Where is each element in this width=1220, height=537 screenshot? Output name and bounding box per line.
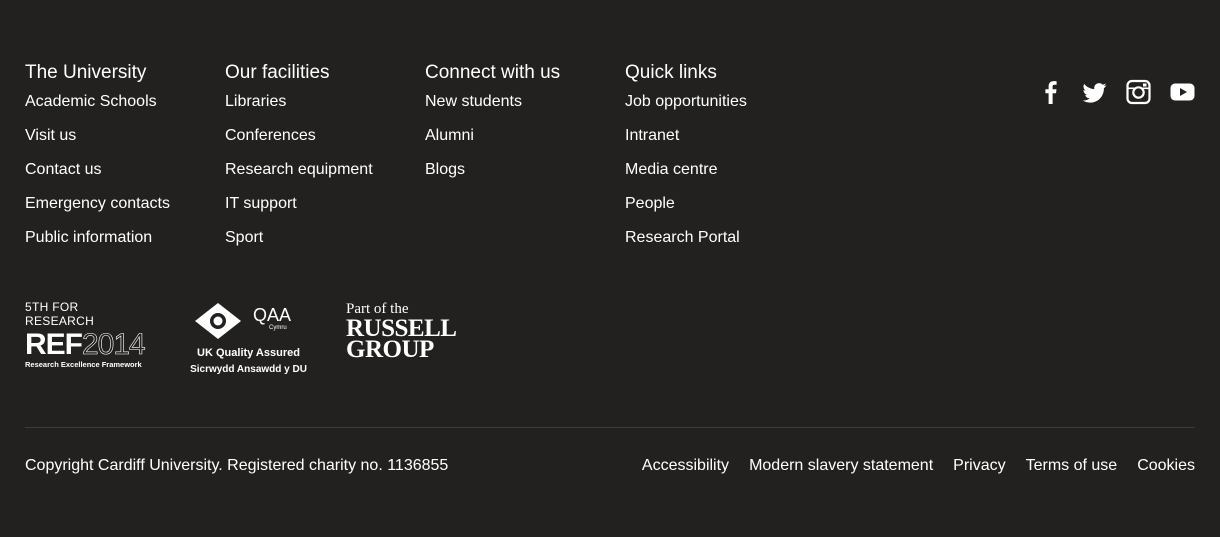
qaa-mark: QAA Cymru	[186, 300, 311, 345]
russell-name-2: GROUP	[346, 336, 434, 363]
youtube-link[interactable]	[1170, 79, 1195, 105]
footer-link-columns: The University Academic Schools Visit us…	[25, 62, 825, 262]
list-item: IT support	[225, 194, 425, 228]
social-links	[1038, 79, 1195, 105]
ref-year: 2014	[82, 328, 146, 361]
link-privacy[interactable]: Privacy	[953, 456, 1005, 476]
column-heading: Quick links	[625, 62, 717, 83]
link-public-information[interactable]: Public information	[25, 229, 152, 246]
qaa-name: QAA	[253, 305, 292, 325]
youtube-icon	[1170, 83, 1195, 101]
footer-divider	[25, 427, 1195, 428]
ref-subtitle: Research Excellence Framework	[25, 360, 142, 369]
list-item: Media centre	[625, 160, 825, 194]
link-emergency-contacts[interactable]: Emergency contacts	[25, 195, 170, 212]
twitter-icon	[1082, 83, 1107, 103]
link-contact-us[interactable]: Contact us	[25, 161, 101, 178]
link-modern-slavery-statement[interactable]: Modern slavery statement	[749, 456, 933, 476]
link-list: Libraries Conferences Research equipment…	[225, 92, 425, 262]
list-item: Sport	[225, 228, 425, 262]
twitter-link[interactable]	[1082, 79, 1107, 105]
ref-2014-logo: 5TH FOR RESEARCH REF 2014 Research Excel…	[25, 300, 147, 369]
link-blogs[interactable]: Blogs	[425, 161, 465, 178]
link-research-portal[interactable]: Research Portal	[625, 229, 740, 246]
list-item: Visit us	[25, 126, 225, 160]
list-item: Public information	[25, 228, 225, 262]
list-item: Blogs	[425, 160, 625, 194]
ref-text: REF	[25, 328, 83, 361]
column-heading: Connect with us	[425, 62, 561, 83]
link-it-support[interactable]: IT support	[225, 195, 297, 212]
list-item: Conferences	[225, 126, 425, 160]
ref-ranking-text: 5TH FOR RESEARCH	[25, 300, 95, 328]
list-item: Academic Schools	[25, 92, 225, 126]
link-sport[interactable]: Sport	[225, 229, 263, 246]
link-job-opportunities[interactable]: Job opportunities	[625, 93, 747, 110]
qaa-logo: QAA Cymru UK Quality Assured Sicrwydd An…	[186, 300, 311, 377]
list-item: Libraries	[225, 92, 425, 126]
link-list: Academic Schools Visit us Contact us Eme…	[25, 92, 225, 262]
russell-group-logo: Part of the RUSSELL GROUP	[346, 300, 471, 363]
link-libraries[interactable]: Libraries	[225, 93, 286, 110]
list-item: Research equipment	[225, 160, 425, 194]
link-new-students[interactable]: New students	[425, 93, 522, 110]
link-accessibility[interactable]: Accessibility	[642, 456, 729, 476]
link-conferences[interactable]: Conferences	[225, 127, 316, 144]
column-our-facilities: Our facilities Libraries Conferences Res…	[225, 62, 425, 262]
link-people[interactable]: People	[625, 195, 675, 212]
qaa-cymru: Cymru	[269, 325, 287, 331]
list-item: People	[625, 194, 825, 228]
column-heading: The University	[25, 62, 147, 83]
ref-wordmark: REF 2014	[25, 328, 147, 361]
link-terms-of-use[interactable]: Terms of use	[1026, 456, 1118, 476]
list-item: Research Portal	[625, 228, 825, 262]
list-item: Contact us	[25, 160, 225, 194]
list-item: Emergency contacts	[25, 194, 225, 228]
link-media-centre[interactable]: Media centre	[625, 161, 718, 178]
link-list: New students Alumni Blogs	[425, 92, 625, 194]
list-item: Alumni	[425, 126, 625, 160]
facebook-icon	[1045, 81, 1057, 104]
qaa-line-1: UK Quality Assured	[197, 347, 300, 359]
link-academic-schools[interactable]: Academic Schools	[25, 93, 157, 110]
list-item: New students	[425, 92, 625, 126]
column-connect-with-us: Connect with us New students Alumni Blog…	[425, 62, 625, 262]
link-research-equipment[interactable]: Research equipment	[225, 161, 373, 178]
column-quick-links: Quick links Job opportunities Intranet M…	[625, 62, 825, 262]
facebook-link[interactable]	[1038, 79, 1063, 105]
list-item: Job opportunities	[625, 92, 825, 126]
list-item: Intranet	[625, 126, 825, 160]
legal-links: Accessibility Modern slavery statement P…	[642, 456, 1195, 476]
link-cookies[interactable]: Cookies	[1137, 456, 1195, 476]
instagram-icon	[1126, 79, 1151, 105]
column-the-university: The University Academic Schools Visit us…	[25, 62, 225, 262]
link-visit-us[interactable]: Visit us	[25, 127, 76, 144]
instagram-link[interactable]	[1126, 79, 1151, 105]
link-alumni[interactable]: Alumni	[425, 127, 474, 144]
copyright-text: Copyright Cardiff University. Registered…	[25, 457, 449, 474]
qaa-line-2: Sicrwydd Ansawdd y DU	[190, 364, 307, 375]
link-list: Job opportunities Intranet Media centre …	[625, 92, 825, 262]
link-intranet[interactable]: Intranet	[625, 127, 679, 144]
qaa-eye-icon	[195, 303, 241, 339]
column-heading: Our facilities	[225, 62, 330, 83]
